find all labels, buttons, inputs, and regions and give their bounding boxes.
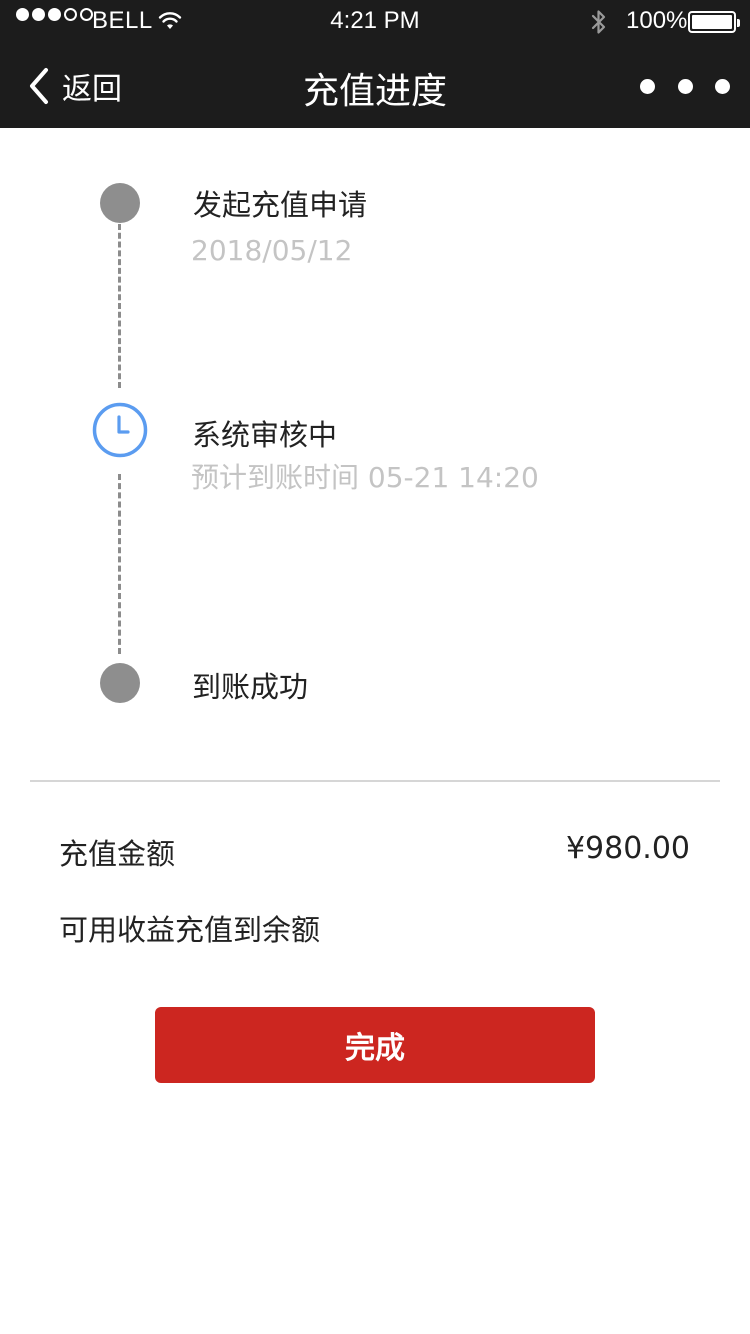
more-dot-icon xyxy=(640,78,655,94)
progress-timeline: 发起充值申请 2018/05/12 系统审核中 预计到账时间 05-21 14:… xyxy=(0,128,750,728)
step-1-date: 2018/05/12 xyxy=(191,234,353,267)
navigation-bar: 返回 充值进度 xyxy=(0,44,750,128)
amount-label: 充值金额 xyxy=(59,837,176,871)
done-button[interactable]: 完成 xyxy=(155,1007,595,1083)
chevron-left-icon xyxy=(30,68,48,104)
more-dot-icon xyxy=(715,78,730,94)
step-done-node xyxy=(100,183,140,223)
status-bar: BELL 4:21 PM 100% xyxy=(0,0,750,44)
back-label: 返回 xyxy=(62,72,122,107)
more-options-button[interactable] xyxy=(640,72,730,100)
step-1-title: 发起充值申请 xyxy=(193,188,368,222)
battery-icon xyxy=(688,11,740,33)
more-dot-icon xyxy=(677,78,693,94)
step-2-title: 系统审核中 xyxy=(192,418,338,452)
timeline-connector xyxy=(118,474,121,654)
amount-value: ¥980.00 xyxy=(565,831,690,866)
recharge-note: 可用收益充值到余额 xyxy=(59,913,321,947)
step-pending-node xyxy=(100,663,140,703)
top-bar: BELL 4:21 PM 100% 返回 充值进度 xyxy=(0,0,750,128)
back-button[interactable]: 返回 xyxy=(26,64,122,108)
timeline-connector xyxy=(118,224,121,388)
battery-percentage: 100% xyxy=(626,7,688,34)
clock-icon xyxy=(92,402,148,458)
step-3-title: 到账成功 xyxy=(192,670,309,704)
step-2-estimate: 预计到账时间 05-21 14:20 xyxy=(191,461,539,494)
recharge-progress-screen: BELL 4:21 PM 100% 返回 充值进度 发起充值申请 2018/05… xyxy=(0,0,750,1334)
bluetooth-icon xyxy=(591,10,606,34)
section-divider xyxy=(30,780,720,782)
